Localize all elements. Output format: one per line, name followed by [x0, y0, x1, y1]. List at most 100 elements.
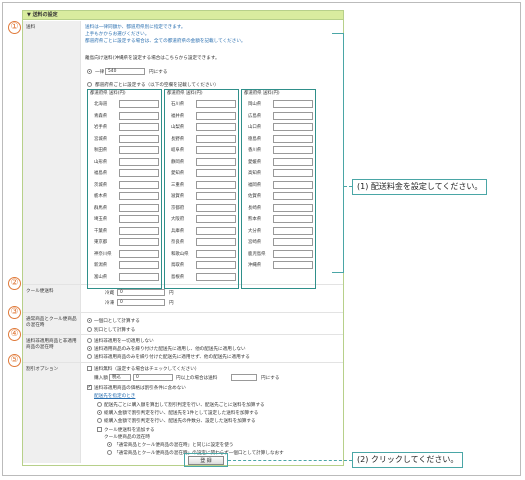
pref-row: 徳島県 [242, 134, 315, 145]
flat-rate-radio[interactable] [87, 69, 92, 74]
pref-name: 宮崎県 [248, 240, 262, 245]
pref-fee-input[interactable] [273, 261, 313, 269]
pref-fee-input[interactable] [273, 203, 313, 212]
step-number-4: ④ [8, 328, 21, 341]
pref-fee-input[interactable] [196, 146, 236, 154]
pref-fee-input[interactable] [273, 226, 313, 235]
pref-fee-input[interactable] [196, 192, 236, 200]
pref-fee-input[interactable] [119, 100, 159, 108]
pref-fee-input[interactable] [273, 238, 313, 246]
pref-row: 栃木県 [88, 191, 161, 202]
per-pref-radio[interactable] [87, 82, 92, 87]
discount-option-radio-2[interactable] [97, 410, 102, 415]
cool-add-label: クール便送料を追加する [104, 428, 155, 433]
flat-rate-input[interactable]: 540 [105, 68, 145, 75]
pref-fee-input[interactable] [196, 238, 236, 246]
pref-fee-input[interactable] [196, 111, 236, 120]
pref-fee-input[interactable] [119, 203, 159, 212]
pref-name: 埼玉県 [94, 217, 108, 222]
pref-fee-input[interactable] [119, 192, 159, 200]
pref-fee-input[interactable] [196, 272, 236, 281]
pref-fee-input[interactable] [196, 100, 236, 108]
discount-option-radio-3[interactable] [97, 418, 102, 423]
cool-add-checkbox[interactable] [97, 427, 102, 432]
pref-fee-input[interactable] [196, 203, 236, 212]
pref-row: 鳥取県 [165, 260, 238, 271]
exclude-label: 送料非適用商品の価格は割引条件に含めない [94, 386, 186, 391]
pref-name: 静岡県 [171, 159, 185, 165]
pref-row: 奈良県 [165, 237, 238, 248]
pref-fee-input[interactable] [273, 100, 313, 108]
discount-shipping-input[interactable] [231, 374, 257, 381]
multi-destination-link[interactable]: 配送先を指定のとき [94, 393, 135, 399]
pref-fee-input[interactable] [196, 169, 236, 177]
pref-fee-input[interactable] [273, 215, 313, 223]
discount-row: 割引オプション 送料無料（設定する場合はチェックしてください） 購入額 税込 0… [23, 363, 343, 463]
pref-fee-input[interactable] [273, 169, 313, 177]
normal-cool-radio-1[interactable] [87, 318, 92, 323]
refrigerated-input[interactable]: 0 [117, 289, 165, 296]
pref-row: 島根県 [165, 272, 238, 283]
buy-amount-label: 購入額 [94, 376, 108, 381]
pref-row: 福岡県 [242, 180, 315, 191]
shipping-normal-radio-3[interactable] [87, 354, 92, 359]
pref-fee-input[interactable] [119, 272, 159, 281]
section-title: ▼ 送料の設定 [23, 11, 343, 20]
pref-name: 奈良県 [171, 240, 185, 245]
pref-fee-input[interactable] [196, 180, 236, 189]
discount-option-2: 総購入金額で割引判定を行い、配送先を1件として設定した送料を加算する [104, 411, 259, 416]
pref-fee-input[interactable] [196, 157, 236, 166]
pref-fee-input[interactable] [119, 238, 159, 246]
flat-rate-suffix: 円にする [149, 70, 168, 75]
pref-fee-input[interactable] [196, 123, 236, 131]
pref-fee-input[interactable] [119, 226, 159, 235]
pref-fee-input[interactable] [273, 111, 313, 120]
pref-fee-input[interactable] [119, 134, 159, 143]
refrigerated-unit: 円 [169, 291, 174, 296]
pref-name: 岩手県 [94, 125, 108, 130]
pref-fee-input[interactable] [196, 249, 236, 258]
pref-fee-input[interactable] [273, 146, 313, 154]
pref-fee-input[interactable] [119, 261, 159, 269]
pref-fee-input[interactable] [196, 226, 236, 235]
exclude-checkbox[interactable] [87, 384, 92, 390]
pref-row: 山口県 [242, 122, 315, 133]
pref-fee-input[interactable] [273, 157, 313, 166]
pref-fee-input[interactable] [119, 180, 159, 189]
pref-fee-input[interactable] [119, 111, 159, 120]
pref-fee-input[interactable] [119, 169, 159, 177]
cool-option-radio-2[interactable] [107, 450, 112, 455]
step-number-1: ① [8, 21, 21, 34]
discount-option-3: 総購入金額で割引判定を行い、配送先の件数分、設定した送料を加算する [104, 419, 256, 424]
pref-row: 鹿児島県 [242, 249, 315, 260]
shipping-normal-radio-2[interactable] [87, 346, 92, 351]
cool-option-radio-1[interactable] [107, 442, 112, 447]
pref-fee-input[interactable] [119, 146, 159, 154]
pref-fee-input[interactable] [273, 180, 313, 189]
normal-cool-radio-2[interactable] [87, 327, 92, 332]
shipping-normal-radio-1[interactable] [87, 338, 92, 343]
pref-fee-input[interactable] [196, 215, 236, 223]
frozen-unit: 円 [169, 301, 174, 306]
discount-option-radio-1[interactable] [97, 402, 102, 407]
pref-fee-input[interactable] [273, 249, 313, 258]
buy-amount-input[interactable]: 0 [133, 374, 173, 381]
pref-fee-input[interactable] [196, 134, 236, 143]
pref-fee-input[interactable] [119, 215, 159, 223]
callout-1-connector [344, 186, 352, 187]
pref-fee-input[interactable] [273, 192, 313, 200]
pref-fee-input[interactable] [119, 123, 159, 131]
buy-amount-select[interactable]: 税込 [109, 374, 131, 381]
pref-fee-input[interactable] [119, 157, 159, 166]
pref-fee-input[interactable] [119, 249, 159, 258]
pref-name: 長崎県 [248, 205, 262, 211]
pref-name: 山梨県 [171, 125, 185, 130]
pref-fee-input[interactable] [273, 134, 313, 143]
pref-fee-input[interactable] [196, 261, 236, 269]
frozen-input[interactable]: 0 [117, 299, 165, 306]
free-shipping-label: 送料無料（設定する場合はチェックしてください） [94, 367, 200, 372]
free-shipping-checkbox[interactable] [87, 366, 92, 371]
cool-mixed-note: クール便商品の混在時 [104, 435, 150, 440]
note-line-2: 上手もかからお選びください。 [85, 32, 150, 37]
pref-fee-input[interactable] [273, 123, 313, 131]
